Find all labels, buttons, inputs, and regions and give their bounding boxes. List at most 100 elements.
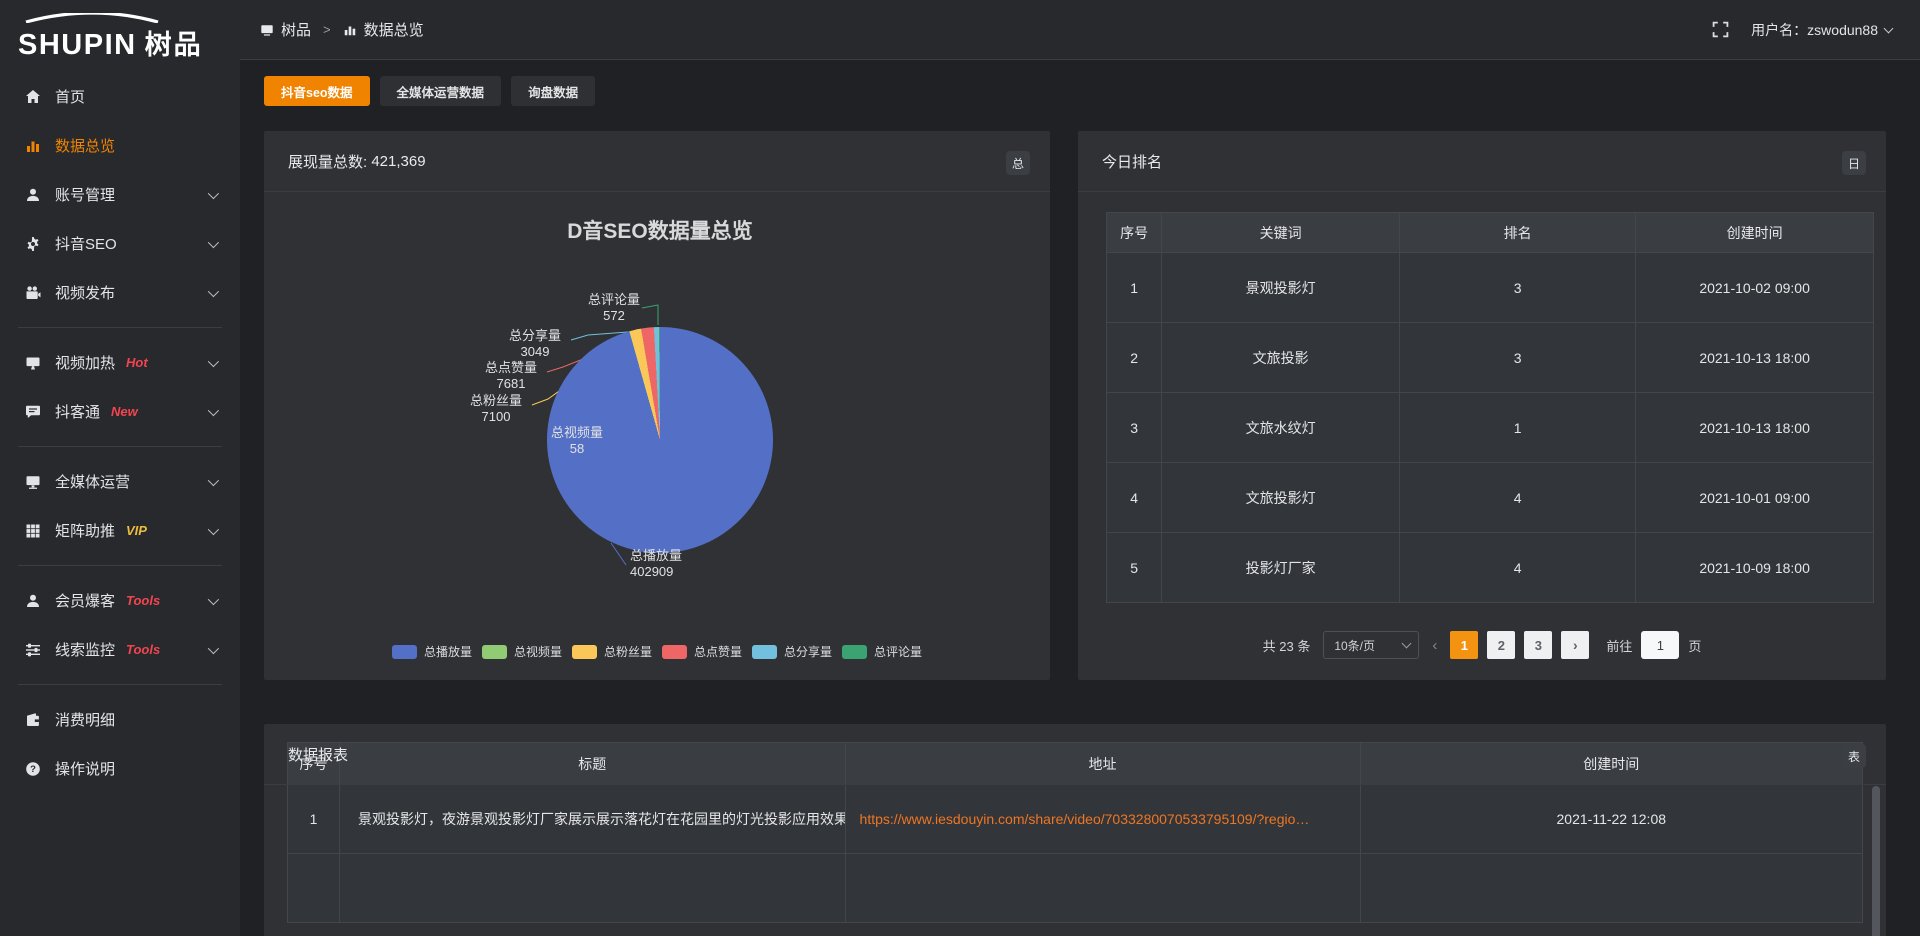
- sidebar-item-home[interactable]: 首页: [0, 72, 240, 121]
- table-cell: 3: [1399, 323, 1635, 393]
- overview-panel: 展现量总数: 421,369 总 D音SEO数据量总览: [264, 131, 1050, 680]
- chevron-down-icon: [208, 593, 219, 604]
- data-tabs: 抖音seo数据全媒体运营数据询盘数据: [264, 76, 1886, 106]
- table-scrollbar-thumb[interactable]: [1872, 786, 1880, 936]
- legend-item[interactable]: 总视频量: [482, 643, 562, 660]
- breadcrumb-separator: >: [323, 22, 331, 37]
- chevron-down-icon: [208, 474, 219, 485]
- table-row: 4文旅投影灯42021-10-01 09:00: [1107, 463, 1874, 533]
- pagination-total: 共 23 条: [1263, 636, 1311, 655]
- legend-item[interactable]: 总粉丝量: [572, 643, 652, 660]
- sidebar-badge: New: [111, 404, 138, 419]
- table-cell: [845, 854, 1360, 923]
- legend-item[interactable]: 总分享量: [752, 643, 832, 660]
- ranking-panel-title: 今日排名: [1102, 131, 1162, 191]
- table-cell: 2021-10-13 18:00: [1636, 393, 1874, 463]
- chart-bar-icon: [25, 137, 42, 154]
- user-menu[interactable]: 用户名：zswodun88: [1751, 20, 1892, 40]
- next-page-button[interactable]: ›: [1561, 631, 1589, 659]
- column-header: 关键词: [1162, 213, 1400, 253]
- sidebar-item-label: 会员爆客: [55, 590, 115, 611]
- grid-icon: [25, 522, 42, 539]
- report-corner-button[interactable]: 表: [1842, 744, 1866, 768]
- column-header: 创建时间: [1636, 213, 1874, 253]
- brand-logo-cn: 树品: [145, 23, 203, 62]
- table-cell: 景观投影灯，夜游景观投影灯厂家展示展示落花灯在花园里的灯光投影应用效果 #: [339, 785, 845, 854]
- sidebar-item-sliders[interactable]: 线索监控Tools: [0, 625, 240, 674]
- table-cell: [288, 854, 340, 923]
- page-size-select[interactable]: 10条/页: [1323, 631, 1419, 659]
- goto-label: 前往: [1606, 636, 1632, 655]
- legend-label: 总分享量: [784, 643, 832, 660]
- goto-page-input[interactable]: [1641, 631, 1679, 659]
- sidebar-item-label: 首页: [55, 86, 85, 107]
- chevron-down-icon: [208, 236, 219, 247]
- chevron-down-icon: [1402, 639, 1412, 649]
- table-cell: 1: [1399, 393, 1635, 463]
- sidebar-item-user[interactable]: 账号管理: [0, 170, 240, 219]
- question-icon: ?: [25, 760, 42, 777]
- sidebar-item-screen-play[interactable]: 视频加热 Hot: [0, 338, 240, 387]
- chevron-down-icon: [208, 187, 219, 198]
- legend-swatch: [752, 645, 777, 659]
- fullscreen-icon[interactable]: [1712, 21, 1729, 38]
- breadcrumb-item-current[interactable]: 数据总览: [343, 19, 424, 40]
- ranking-table: 序号关键词排名创建时间1景观投影灯32021-10-02 09:002文旅投影3…: [1106, 212, 1874, 603]
- breadcrumb-item-home[interactable]: 树品: [260, 19, 311, 40]
- ranking-corner-button[interactable]: 日: [1842, 151, 1866, 175]
- sidebar-badge: Tools: [126, 642, 160, 657]
- pie-label-plays: 总播放量402909: [630, 548, 722, 580]
- sidebar-item-question[interactable]: ? 操作说明: [0, 744, 240, 793]
- sidebar-item-label: 全媒体运营: [55, 471, 130, 492]
- sidebar-item-grid[interactable]: 矩阵助推VIP: [0, 506, 240, 555]
- sidebar-item-chart-bar[interactable]: 数据总览: [0, 121, 240, 170]
- column-header: 标题: [339, 743, 845, 785]
- legend-label: 总粉丝量: [604, 643, 652, 660]
- breadcrumb: 树品 > 数据总览: [260, 19, 424, 40]
- table-cell: 文旅投影: [1162, 323, 1400, 393]
- video-camera-icon: [25, 284, 42, 301]
- sidebar-item-gear[interactable]: 抖音SEO: [0, 219, 240, 268]
- sidebar-item-label: 矩阵助推: [55, 520, 115, 541]
- table-cell: 1: [1107, 253, 1162, 323]
- legend-item[interactable]: 总点赞量: [662, 643, 742, 660]
- sidebar-item-chat[interactable]: 抖客通 New: [0, 387, 240, 436]
- sidebar-divider: [18, 565, 222, 566]
- column-header: 序号: [1107, 213, 1162, 253]
- sidebar-item-monitor[interactable]: 全媒体运营: [0, 457, 240, 506]
- content-area: 抖音seo数据全媒体运营数据询盘数据 展现量总数: 421,369 总 D音SE…: [240, 60, 1920, 936]
- breadcrumb-label: 数据总览: [364, 19, 424, 40]
- sidebar-item-wallet[interactable]: 消费明细: [0, 695, 240, 744]
- table-header-row: 序号关键词排名创建时间: [1107, 213, 1874, 253]
- column-header: 排名: [1399, 213, 1635, 253]
- legend-item[interactable]: 总评论量: [842, 643, 922, 660]
- user-area: 用户名：zswodun88: [1712, 20, 1892, 40]
- sidebar-item-video-camera[interactable]: 视频发布: [0, 268, 240, 317]
- report-table: 序号标题地址创建时间1景观投影灯，夜游景观投影灯厂家展示展示落花灯在花园里的灯光…: [287, 742, 1863, 923]
- sidebar-item-user-group[interactable]: 会员爆客Tools: [0, 576, 240, 625]
- sidebar-badge: Hot: [126, 355, 148, 370]
- table-cell: 2021-11-22 12:08: [1360, 785, 1862, 854]
- tab-0[interactable]: 抖音seo数据: [264, 76, 370, 106]
- chevron-down-icon: [1884, 23, 1894, 33]
- sidebar-item-label: 视频加热: [55, 352, 115, 373]
- sliders-icon: [25, 641, 42, 658]
- prev-page-button[interactable]: ‹: [1428, 637, 1441, 654]
- video-link[interactable]: https://www.iesdouyin.com/share/video/70…: [860, 811, 1310, 827]
- legend-item[interactable]: 总播放量: [392, 643, 472, 660]
- page-button-3[interactable]: 3: [1524, 631, 1552, 659]
- table-cell: 4: [1399, 463, 1635, 533]
- chevron-down-icon: [208, 404, 219, 415]
- sidebar-menu: 首页数据总览账号管理抖音SEO 视频发布视频加热 Hot 抖客通 New 全媒体运营矩阵助…: [0, 72, 240, 793]
- legend-swatch: [482, 645, 507, 659]
- tab-1[interactable]: 全媒体运营数据: [380, 76, 502, 106]
- sidebar-item-label: 抖客通: [55, 401, 100, 422]
- page-button-1[interactable]: 1: [1450, 631, 1478, 659]
- page-button-2[interactable]: 2: [1487, 631, 1515, 659]
- sidebar-item-label: 抖音SEO: [55, 233, 117, 254]
- monitor-icon: [25, 473, 42, 490]
- tab-2[interactable]: 询盘数据: [511, 76, 595, 106]
- divider: [264, 784, 1886, 785]
- sidebar-item-label: 操作说明: [55, 758, 115, 779]
- user-group-icon: [25, 592, 42, 609]
